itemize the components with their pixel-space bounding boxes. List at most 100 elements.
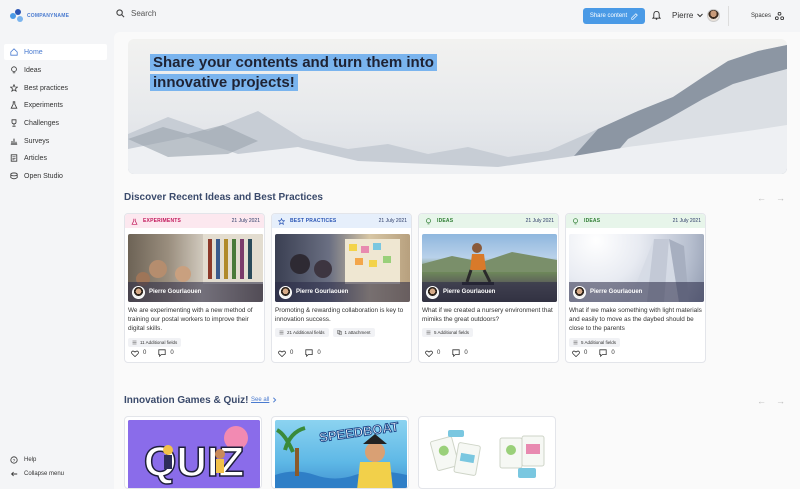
tag-label: 21 Additional fields [287,330,325,335]
additional-fields-tag[interactable]: 11 Additional fields [128,338,182,347]
recent-section-title: Discover Recent Ideas and Best Practices [124,192,323,203]
card-footer: 0 0 [131,349,174,357]
card-date: 21 July 2021 [231,218,260,224]
like-button[interactable]: 0 [278,350,293,357]
card-date: 21 July 2021 [378,218,407,224]
company-logo[interactable]: COMPANYNAME [10,9,69,23]
share-content-button[interactable]: Share content [583,8,645,24]
cards-image [422,420,554,488]
card-footer: 0 0 [425,349,468,357]
search-bar[interactable]: Search [116,9,156,18]
arrow-left-icon[interactable]: ← [757,396,766,406]
card-type-label: IDEAS [584,218,601,224]
sidebar-item-home[interactable]: Home [4,44,107,60]
comment-icon [158,349,166,357]
sidebar-item-label: Challenges [24,119,60,127]
additional-fields-tag[interactable]: 5 Additional fields [569,338,621,347]
heart-icon [425,350,433,357]
help-icon: ? [10,456,18,464]
like-button[interactable]: 0 [572,350,587,357]
svg-text:?: ? [13,458,16,464]
sidebar-item-best-practices[interactable]: Best practices [4,80,107,96]
edit-icon [631,12,638,20]
sidebar-item-label: Home [24,48,43,56]
heart-icon [278,350,286,357]
speedboat-word: SPEEDBOAT [318,420,399,445]
help-link[interactable]: ? Help [10,456,36,464]
notification-bell-icon[interactable] [652,10,661,20]
additional-fields-tag[interactable]: 5 Additional fields [422,328,474,337]
see-all-link[interactable]: See all [251,397,277,403]
sidebar-item-label: Ideas [24,66,42,74]
arrow-left-icon[interactable]: ← [757,193,766,203]
card-description: What if we created a nursery environment… [422,307,553,323]
sidebar-item-ideas[interactable]: Ideas [4,62,107,78]
sidebar-item-label: Best practices [24,84,68,92]
sidebar-item-open-studio[interactable]: Open Studio [4,168,107,184]
avatar [279,285,292,299]
games-carousel-arrows: ← → [757,396,785,406]
speedboat-illustration-icon: SPEEDBOAT [275,420,407,488]
sidebar-item-experiments[interactable]: Experiments [4,97,107,113]
game-card-quiz[interactable]: QUIZ [124,416,262,489]
search-input[interactable]: Search [131,9,156,18]
star-icon [278,217,285,225]
card-footer: 0 0 [278,349,321,357]
tag-label: 1 attachment [344,330,371,335]
card-type: IDEAS [425,217,453,225]
like-button[interactable]: 0 [131,350,146,357]
share-content-label: Share content [589,13,628,19]
games-section-title: Innovation Games & Quiz! [124,395,249,406]
user-menu[interactable]: Pierre [672,9,721,22]
card-tags: 5 Additional fields [569,338,621,347]
spaces-button[interactable]: Spaces [751,12,785,20]
quiz-word: QUIZ [144,438,244,485]
flask-icon [131,218,138,225]
comment-button[interactable]: 0 [452,349,468,357]
collapse-icon [10,471,18,477]
game-card-speedboat[interactable]: SPEEDBOAT [271,416,409,489]
like-button[interactable]: 0 [425,350,440,357]
card-header: BEST PRACTICES 21 July 2021 [272,214,411,228]
additional-fields-tag[interactable]: 21 Additional fields [275,328,329,337]
recent-carousel-arrows: ← → [757,193,785,203]
attachment-tag[interactable]: 1 attachment [332,328,375,337]
quiz-illustration-icon: QUIZ [128,420,260,488]
card-header: EXPERIMENTS 21 July 2021 [125,214,264,228]
main-content: Share your contents and turn them into i… [114,32,800,489]
studio-icon [10,172,18,180]
arrow-right-icon[interactable]: → [776,193,785,203]
top-bar: COMPANYNAME Search Share content Pierre … [0,0,800,32]
see-all-label: See all [251,397,270,403]
chart-icon [10,138,18,145]
author-name: Pierre Gourlaouen [590,289,643,295]
lightbulb-icon [426,217,431,224]
collapse-menu-button[interactable]: Collapse menu [10,470,64,478]
card-image: Pierre Gourlaouen [275,234,410,302]
content-card[interactable]: IDEAS 21 July 2021 Pierre Gourlaouen Wha… [565,213,706,363]
article-icon [10,154,18,162]
sidebar-item-label: Surveys [24,137,50,145]
content-card[interactable]: BEST PRACTICES 21 July 2021 Pierre Gourl… [271,213,412,363]
card-description: Promoting & rewarding collaboration is k… [275,307,404,323]
sidebar-item-articles[interactable]: Articles [4,150,107,166]
comment-button[interactable]: 0 [599,349,615,357]
card-date: 21 July 2021 [672,218,701,224]
comment-count: 0 [170,350,174,356]
comment-button[interactable]: 0 [305,349,321,357]
sidebar-item-surveys[interactable]: Surveys [4,133,107,149]
sidebar-item-challenges[interactable]: Challenges [4,115,107,131]
sidebar-item-label: Articles [24,154,47,162]
comment-icon [305,349,313,357]
game-card-cards[interactable] [418,416,556,489]
comment-count: 0 [611,350,615,356]
content-card[interactable]: IDEAS 21 July 2021 Pierre Gourlaouen Wha… [418,213,559,363]
like-count: 0 [290,350,294,356]
author-name: Pierre Gourlaouen [149,289,202,295]
content-card[interactable]: EXPERIMENTS 21 July 2021 Pierre Gourlaou… [124,213,265,363]
comment-button[interactable]: 0 [158,349,174,357]
arrow-right-icon[interactable]: → [776,396,785,406]
help-label: Help [24,457,37,463]
like-count: 0 [143,350,147,356]
card-author: Pierre Gourlaouen [569,282,704,302]
